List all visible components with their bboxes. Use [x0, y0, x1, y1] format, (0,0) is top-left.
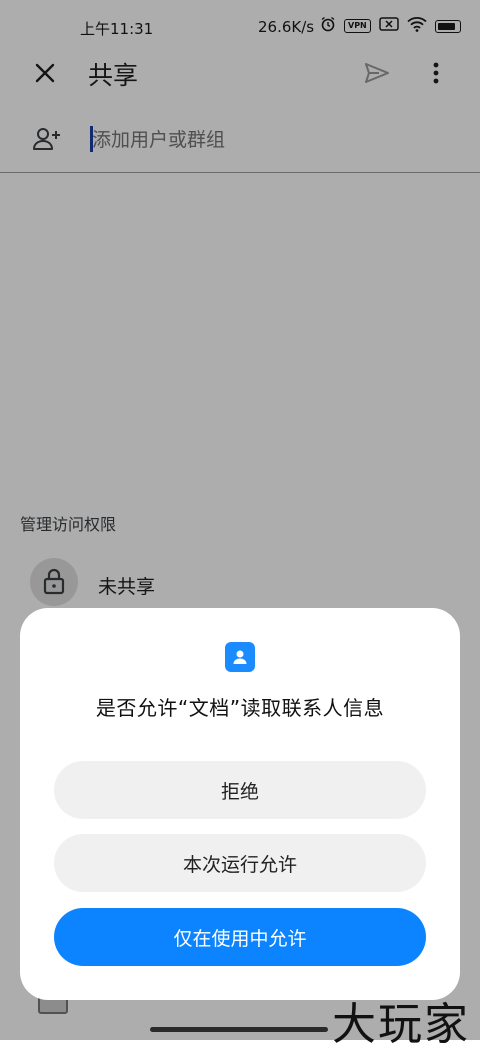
allow-once-button[interactable]: 本次运行允许	[54, 834, 426, 892]
dialog-title: 是否允许“文档”读取联系人信息	[95, 696, 385, 720]
permission-dialog: 是否允许“文档”读取联系人信息 拒绝 本次运行允许 仅在使用中允许	[20, 608, 460, 1000]
allow-while-using-button[interactable]: 仅在使用中允许	[54, 908, 426, 966]
watermark: 大玩家	[332, 999, 470, 1050]
home-indicator[interactable]	[150, 1027, 328, 1032]
contacts-icon	[225, 642, 255, 672]
deny-button[interactable]: 拒绝	[54, 761, 426, 819]
